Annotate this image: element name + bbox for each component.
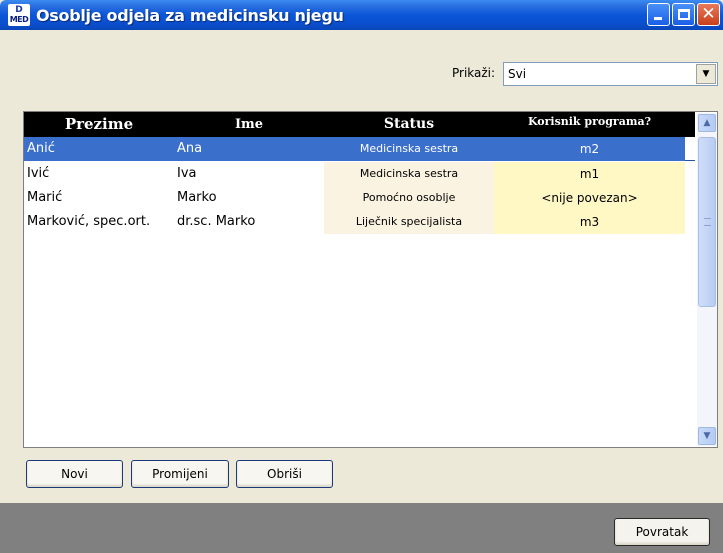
cell-ime: Ana <box>174 137 324 161</box>
scroll-down-icon[interactable]: ▼ <box>698 427 716 445</box>
delete-button[interactable]: Obriši <box>236 460 333 488</box>
cell-status: Medicinska sestra <box>324 162 494 186</box>
title-bar[interactable]: D MED Osoblje odjela za medicinsku njegu… <box>0 0 723 30</box>
minimize-button[interactable] <box>647 3 670 26</box>
table-row[interactable]: Marić Marko Pomoćno osoblje <nije poveza… <box>24 186 695 210</box>
logo-bottom-text: MED <box>9 15 29 24</box>
cell-status: Medicinska sestra <box>324 137 494 161</box>
cell-prezime: Ivić <box>24 162 174 186</box>
maximize-icon <box>678 9 690 20</box>
cell-korisnik: m1 <box>494 162 685 186</box>
cell-ime: dr.sc. Marko <box>174 210 324 234</box>
new-button[interactable]: Novi <box>26 460 123 488</box>
cell-ime: Marko <box>174 186 324 210</box>
table-row[interactable]: Marković, spec.ort. dr.sc. Marko Liječni… <box>24 210 695 234</box>
filter-label: Prikaži: <box>452 66 496 80</box>
cell-korisnik: m2 <box>494 137 685 161</box>
grip-icon <box>704 218 711 226</box>
filter-select[interactable]: Svi ▼ <box>503 62 718 86</box>
app-logo-icon: D MED <box>8 4 30 26</box>
logo-top-text: D <box>15 5 23 15</box>
column-header-korisnik[interactable]: Korisnik programa? <box>494 112 685 137</box>
cell-status: Liječnik specijalista <box>324 210 494 234</box>
window-title: Osoblje odjela za medicinsku njegu <box>36 5 344 25</box>
cell-korisnik: <nije povezan> <box>494 186 685 210</box>
maximize-button[interactable] <box>672 3 695 26</box>
scrollbar-thumb[interactable] <box>698 137 716 307</box>
scroll-up-icon[interactable]: ▲ <box>698 114 716 132</box>
filter-value: Svi <box>508 67 527 81</box>
edit-button[interactable]: Promijeni <box>131 460 229 488</box>
table-header: Prezime Ime Status Korisnik programa? <box>24 112 695 137</box>
close-button[interactable]: ✕ <box>697 3 720 26</box>
vertical-scrollbar[interactable]: ▲ ▼ <box>697 113 717 446</box>
cell-ime: Iva <box>174 162 324 186</box>
chevron-down-icon[interactable]: ▼ <box>696 64 716 84</box>
staff-table[interactable]: Prezime Ime Status Korisnik programa? An… <box>23 111 718 448</box>
column-header-ime[interactable]: Ime <box>174 112 324 137</box>
column-header-status[interactable]: Status <box>324 112 494 137</box>
minimize-icon <box>654 17 662 20</box>
cell-korisnik: m3 <box>494 210 685 234</box>
cell-prezime: Anić <box>24 137 174 161</box>
close-icon: ✕ <box>701 4 716 24</box>
cell-prezime: Marković, spec.ort. <box>24 210 174 234</box>
cell-status: Pomoćno osoblje <box>324 186 494 210</box>
table-row[interactable]: Ivić Iva Medicinska sestra m1 <box>24 162 695 186</box>
column-header-prezime[interactable]: Prezime <box>24 112 174 137</box>
table-row[interactable]: Anić Ana Medicinska sestra m2 <box>24 137 695 161</box>
back-button[interactable]: Povratak <box>614 518 710 546</box>
cell-prezime: Marić <box>24 186 174 210</box>
